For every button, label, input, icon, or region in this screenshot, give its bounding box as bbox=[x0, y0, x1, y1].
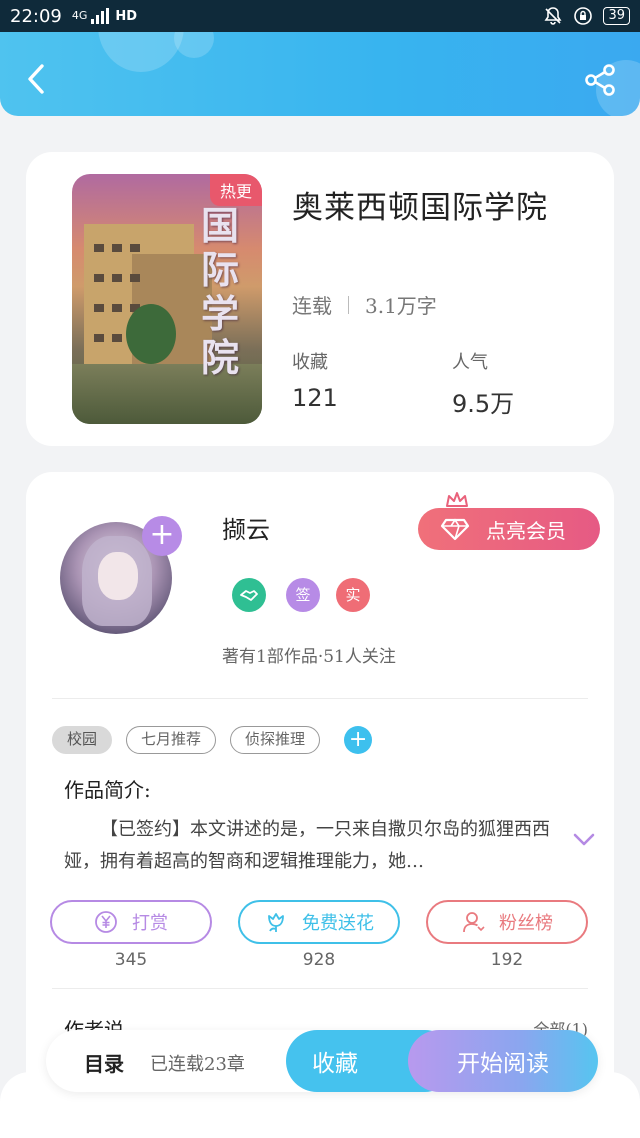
vip-member-button[interactable]: 点亮会员 bbox=[418, 508, 600, 550]
chapter-count[interactable]: 已连载23章 bbox=[150, 1050, 245, 1076]
battery-indicator: 39 bbox=[603, 7, 630, 25]
verified-badge: 实 bbox=[336, 578, 370, 612]
intro-title: 作品简介: bbox=[64, 778, 151, 802]
book-title: 奥莱西顿国际学院 bbox=[292, 190, 548, 226]
signed-badge: 签 bbox=[286, 578, 320, 612]
user-icon bbox=[463, 912, 485, 933]
add-tag-button[interactable]: + bbox=[344, 726, 373, 754]
favorites-value: 121 bbox=[292, 384, 338, 412]
serial-status: 连载 bbox=[292, 294, 332, 318]
bell-off-icon bbox=[544, 7, 562, 25]
toc-button[interactable]: 目录 bbox=[84, 1048, 124, 1077]
favorites-stat: 收藏 121 bbox=[292, 348, 338, 412]
diamond-icon bbox=[440, 518, 470, 541]
tag-item[interactable]: 七月推荐 bbox=[126, 726, 217, 754]
popularity-value: 9.5万 bbox=[452, 390, 515, 418]
start-reading-button[interactable]: 开始阅读 bbox=[408, 1030, 598, 1092]
popularity-label: 人气 bbox=[452, 352, 488, 373]
book-cover[interactable]: 国际学院 热更 bbox=[72, 174, 262, 424]
popularity-stat: 人气 9.5万 bbox=[452, 348, 514, 419]
handshake-badge bbox=[232, 578, 266, 612]
crown-icon bbox=[446, 492, 468, 507]
fan-ranking-label: 粉丝榜 bbox=[499, 913, 553, 934]
flower-count: 928 bbox=[302, 950, 336, 970]
hd-indicator: HD bbox=[115, 8, 138, 24]
tag-list: 校园 七月推荐 侦探推理 + bbox=[52, 726, 373, 754]
header-bar: 22:09 4G HD 39 bbox=[0, 0, 640, 116]
cover-title: 国际学院 bbox=[200, 203, 239, 380]
fan-count: 192 bbox=[490, 950, 524, 970]
handshake-icon bbox=[240, 590, 258, 601]
fan-ranking-button[interactable]: 粉丝榜 bbox=[426, 900, 588, 944]
follow-plus-button[interactable]: + bbox=[142, 516, 182, 556]
status-bar: 22:09 4G HD 39 bbox=[0, 0, 640, 32]
author-stats: 著有1部作品·51人关注 bbox=[222, 647, 396, 667]
favorites-label: 收藏 bbox=[292, 352, 328, 373]
expand-chevron-icon[interactable] bbox=[572, 832, 596, 848]
status-time: 22:09 bbox=[10, 5, 62, 27]
yen-coin-icon bbox=[95, 911, 117, 933]
flower-icon bbox=[268, 913, 284, 932]
book-meta: 连载 3.1万字 bbox=[292, 290, 437, 319]
divider bbox=[52, 988, 588, 989]
signal-icon bbox=[91, 8, 110, 24]
network-type: 4G bbox=[71, 9, 88, 22]
divider bbox=[52, 698, 588, 699]
intro-text: 【已签约】本文讲述的是，一只来自撒贝尔岛的狐狸西西娅，拥有着超高的智商和逻辑推理… bbox=[64, 819, 550, 872]
tag-item[interactable]: 侦探推理 bbox=[230, 726, 321, 754]
book-info-card: 国际学院 热更 奥莱西顿国际学院 连载 3.1万字 收藏 121 人气 9.5万 bbox=[26, 152, 614, 446]
bottom-action-bar: 目录 已连载23章 收藏 开始阅读 bbox=[46, 1030, 598, 1092]
author-name: 撷云 bbox=[222, 516, 270, 544]
back-button[interactable] bbox=[20, 62, 54, 96]
hot-update-tag: 热更 bbox=[209, 174, 262, 206]
reward-button[interactable]: 打赏 bbox=[50, 900, 212, 944]
share-button[interactable] bbox=[582, 62, 618, 98]
send-flower-button[interactable]: 免费送花 bbox=[238, 900, 400, 944]
word-count: 3.1万字 bbox=[365, 294, 437, 318]
vip-label: 点亮会员 bbox=[486, 518, 566, 543]
reward-label: 打赏 bbox=[132, 913, 168, 934]
meta-divider bbox=[348, 295, 349, 314]
send-flower-label: 免费送花 bbox=[302, 913, 374, 934]
tag-item[interactable]: 校园 bbox=[52, 726, 113, 754]
reward-count: 345 bbox=[114, 950, 148, 970]
rotation-lock-icon bbox=[574, 7, 593, 25]
